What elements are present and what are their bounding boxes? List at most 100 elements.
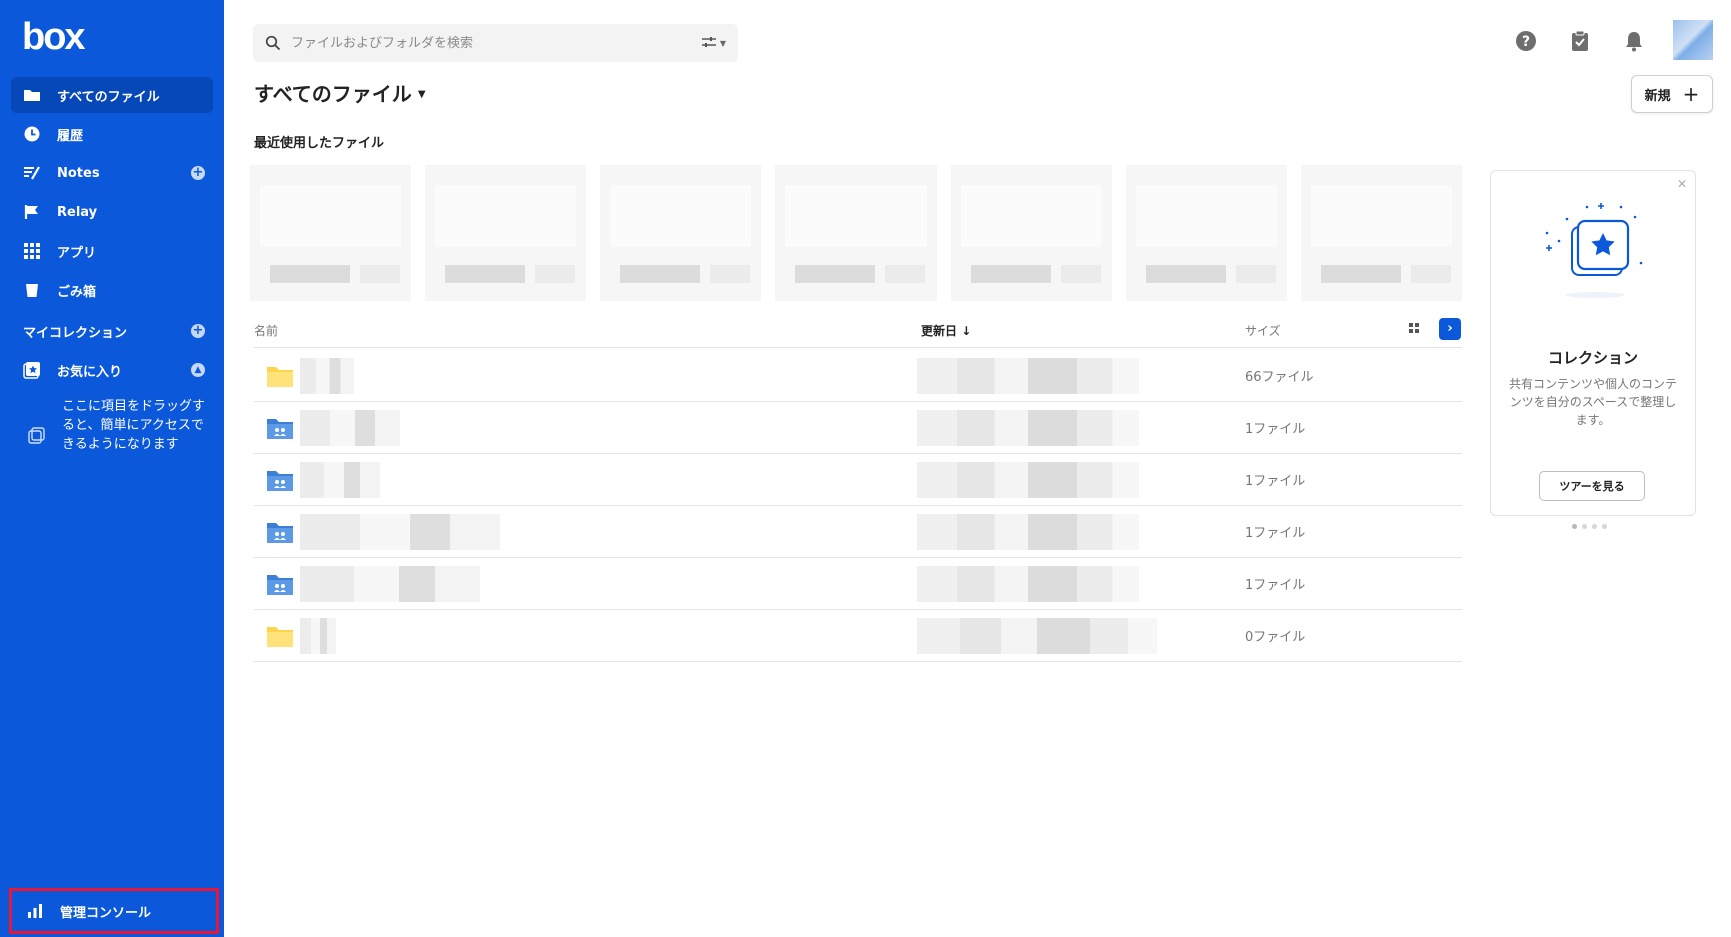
sidebar-item-label: ごみ箱 (57, 284, 97, 300)
file-name-redacted (300, 410, 400, 446)
recent-file-card[interactable] (1125, 165, 1287, 301)
folder-icon (266, 364, 294, 388)
recent-file-card[interactable] (250, 165, 412, 301)
modified-date-redacted (917, 410, 1139, 446)
sidebar-item-history[interactable]: 履歴 (11, 116, 213, 152)
column-name-header[interactable]: 名前 (254, 322, 278, 339)
sidebar-item-apps[interactable]: アプリ (11, 233, 213, 269)
modified-date-redacted (917, 462, 1139, 498)
apps-grid-icon (23, 242, 41, 260)
new-button[interactable]: 新規 + (1631, 75, 1713, 113)
add-note-icon[interactable]: + (191, 166, 205, 180)
favorites-icon (23, 361, 41, 379)
table-row[interactable]: 1ファイル (254, 506, 1462, 558)
admin-console-label: 管理コンソール (60, 905, 152, 921)
recent-file-card[interactable] (600, 165, 762, 301)
file-name-redacted (300, 358, 354, 394)
search-filter-button[interactable]: ▼ (701, 36, 726, 51)
sidebar-item-label: お気に入り (57, 364, 123, 380)
recent-files-title: 最近使用したファイル (254, 136, 385, 151)
recent-file-card[interactable] (1300, 165, 1462, 301)
my-collections-header[interactable]: マイコレクション + (23, 316, 213, 346)
chevron-down-icon: ▼ (417, 89, 426, 100)
clock-icon (23, 125, 41, 143)
sidebar-item-favorites[interactable]: お気に入り ▲ (11, 352, 213, 388)
user-avatar[interactable] (1673, 20, 1713, 60)
table-row[interactable]: 1ファイル (254, 454, 1462, 506)
relay-icon (23, 203, 41, 221)
help-icon[interactable]: ? (1513, 28, 1539, 54)
column-size-header[interactable]: サイズ (1245, 322, 1281, 339)
file-size: 1ファイル (1245, 422, 1306, 437)
collapse-favorites-icon[interactable]: ▲ (191, 363, 205, 377)
file-name-redacted (300, 514, 500, 550)
new-button-label: 新規 (1644, 88, 1671, 104)
table-row[interactable]: 66ファイル (254, 350, 1462, 402)
box-logo[interactable]: box (22, 18, 86, 56)
shared-folder-icon (266, 468, 294, 492)
page-title-text: すべてのファイル (254, 82, 412, 106)
table-row[interactable]: 1ファイル (254, 558, 1462, 610)
recent-file-card[interactable] (775, 165, 937, 301)
page-title[interactable]: すべてのファイル ▼ (254, 78, 426, 107)
modified-date-redacted (917, 566, 1139, 602)
search-input[interactable] (291, 35, 701, 51)
file-name-redacted (300, 618, 336, 654)
recent-file-card[interactable] (950, 165, 1112, 301)
sort-arrow-down-icon: ↓ (961, 324, 972, 338)
file-size: 0ファイル (1245, 630, 1306, 645)
table-row[interactable]: 0ファイル (254, 610, 1462, 662)
favorites-hint-text: ここに項目をドラッグすると、簡単にアクセスできるようになります (62, 399, 206, 452)
tasks-icon[interactable] (1567, 28, 1593, 54)
favorites-empty-hint: ここに項目をドラッグすると、簡単にアクセスできるようになります (28, 397, 208, 454)
file-size: 1ファイル (1245, 474, 1306, 489)
file-name-redacted (300, 566, 480, 602)
recent-files-strip (250, 165, 1462, 301)
carousel-dot[interactable] (1602, 524, 1607, 529)
close-icon[interactable]: ✕ (1677, 177, 1687, 191)
column-date-label: 更新日 (921, 324, 958, 338)
trash-icon (23, 281, 41, 299)
sidebar-item-label: 履歴 (57, 128, 84, 144)
modified-date-redacted (917, 514, 1139, 550)
recent-file-card[interactable] (425, 165, 587, 301)
sidebar-item-notes[interactable]: Notes + (11, 155, 213, 191)
sidebar-item-label: すべてのファイル (57, 89, 160, 105)
sidebar-item-all-files[interactable]: すべてのファイル (11, 77, 213, 113)
collections-promo-card: ✕ コレクション 共有コンテンツや個人のコンテンツを自分のスペースで整理します。… (1490, 170, 1696, 516)
sidebar-item-label: Relay (57, 204, 98, 220)
collection-star-illustration-icon (1535, 193, 1655, 303)
search-bar: ▼ (253, 24, 738, 62)
grid-view-icon[interactable] (1406, 320, 1422, 336)
carousel-dot[interactable] (1572, 524, 1577, 529)
file-size: 66ファイル (1245, 370, 1314, 385)
admin-console-button[interactable]: 管理コンソール (9, 888, 219, 934)
shared-folder-icon (266, 572, 294, 596)
plus-icon: + (1682, 82, 1700, 106)
file-table-header: 名前 更新日 ↓ サイズ › (254, 316, 1462, 348)
notes-icon (23, 164, 41, 182)
folder-icon (23, 86, 41, 104)
bell-icon[interactable] (1621, 28, 1647, 54)
carousel-dot[interactable] (1592, 524, 1597, 529)
view-tour-button[interactable]: ツアーを見る (1539, 471, 1645, 501)
sidebar: box すべてのファイル 履歴 Notes + Relay アプリ ごみ箱 マイ… (0, 0, 224, 937)
folder-icon (266, 624, 294, 648)
sidebar-item-relay[interactable]: Relay (11, 194, 213, 230)
svg-text:?: ? (1522, 34, 1530, 50)
chevron-right-icon[interactable]: › (1439, 318, 1461, 340)
collection-card-title: コレクション (1547, 349, 1638, 367)
column-date-header[interactable]: 更新日 ↓ (921, 322, 971, 339)
modified-date-redacted (917, 618, 1157, 654)
modified-date-redacted (917, 358, 1139, 394)
search-icon (265, 35, 281, 51)
table-row[interactable]: 1ファイル (254, 402, 1462, 454)
sidebar-item-trash[interactable]: ごみ箱 (11, 272, 213, 308)
bar-chart-icon (26, 902, 44, 920)
shared-folder-icon (266, 520, 294, 544)
collection-card-description: 共有コンテンツや個人のコンテンツを自分のスペースで整理します。 (1508, 377, 1677, 427)
chevron-down-icon: ▼ (719, 38, 726, 48)
add-collection-icon[interactable]: + (191, 324, 205, 338)
my-collections-label: マイコレクション (23, 325, 128, 341)
carousel-dot[interactable] (1582, 524, 1587, 529)
